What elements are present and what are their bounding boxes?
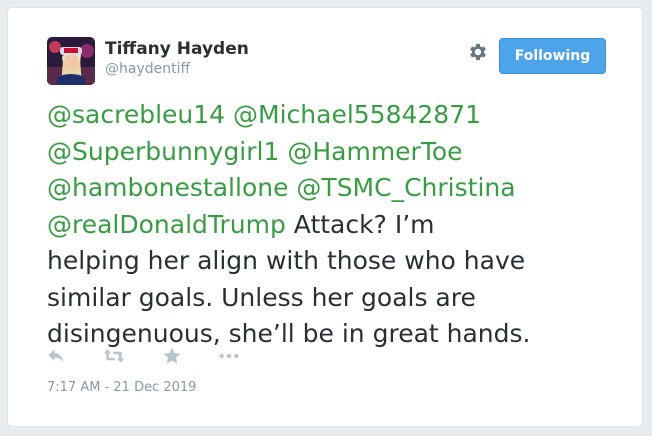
mention-link[interactable]: @TSMC_Christina <box>296 173 515 202</box>
author-handle[interactable]: @haydentiff <box>105 61 190 77</box>
more-icon[interactable] <box>218 346 240 368</box>
tweet-card: Tiffany Hayden @haydentiff Following @sa… <box>7 7 643 427</box>
reply-icon[interactable] <box>46 346 68 368</box>
tweet-line: disingenuous, she’ll be in great hands. <box>47 316 627 353</box>
tweet-text-segment: disingenuous, she’ll be in great hands. <box>47 319 531 348</box>
tweet-line: @realDonaldTrump Attack? I’m <box>47 207 627 244</box>
tweet-text-segment: Attack? I’m <box>285 209 435 239</box>
tweet-text: @sacrebleu14 @Michael55842871 @Superbunny… <box>47 97 627 353</box>
tweet-line: @Superbunnygirl1 @HammerToe <box>47 134 627 171</box>
tweet-text-segment <box>225 100 233 129</box>
favorite-icon[interactable] <box>162 346 184 368</box>
mention-link[interactable]: @realDonaldTrump <box>47 210 286 239</box>
tweet-text-segment: similar goals. Unless her goals are <box>47 282 476 312</box>
tweet-line: similar goals. Unless her goals are <box>47 280 627 317</box>
retweet-icon[interactable] <box>103 346 125 368</box>
mention-link[interactable]: @hambonestallone <box>47 173 288 202</box>
tweet-line: @sacrebleu14 @Michael55842871 <box>47 97 627 134</box>
mention-link[interactable]: @Michael55842871 <box>233 100 481 129</box>
avatar[interactable] <box>47 37 95 85</box>
tweet-line: helping her align with those who have <box>47 243 627 280</box>
following-button[interactable]: Following <box>499 38 606 74</box>
tweet-text-segment: helping her align with those who have <box>47 246 526 275</box>
mention-link[interactable]: @Superbunnygirl1 <box>47 137 279 166</box>
tweet-timestamp[interactable]: 7:17 AM - 21 Dec 2019 <box>47 380 196 395</box>
author-name[interactable]: Tiffany Hayden <box>105 39 249 59</box>
mention-link[interactable]: @HammerToe <box>287 137 462 166</box>
tweet-line: @hambonestallone @TSMC_Christina <box>47 170 627 207</box>
gear-icon[interactable] <box>467 41 489 63</box>
mention-link[interactable]: @sacrebleu14 <box>47 100 225 129</box>
